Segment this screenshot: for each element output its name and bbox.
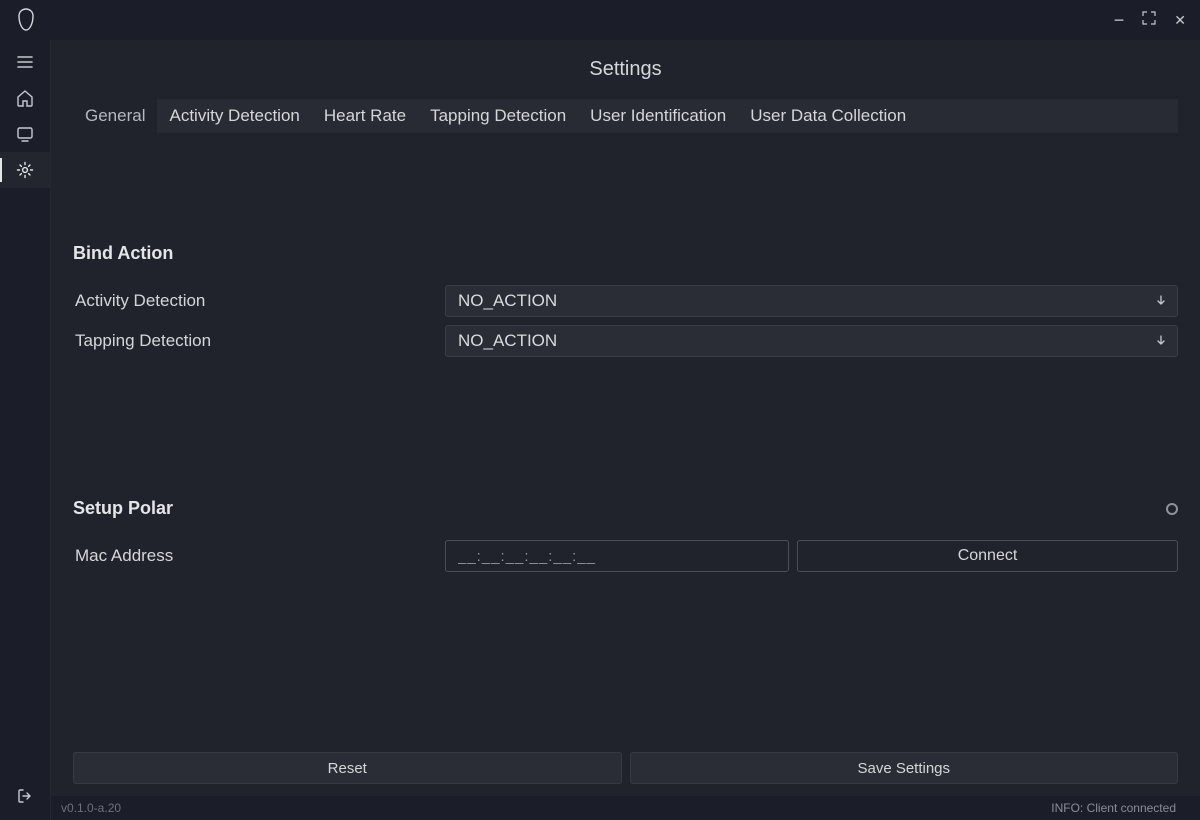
label-activity-detection: Activity Detection: [73, 291, 445, 311]
section-bind-action: Bind Action Activity Detection NO_ACTION: [73, 243, 1178, 358]
section-title-setup-polar: Setup Polar: [73, 498, 173, 519]
footer-button-bar: Reset Save Settings: [73, 752, 1178, 784]
tab-user-identification[interactable]: User Identification: [578, 99, 738, 133]
select-tapping-detection-action[interactable]: NO_ACTION: [445, 325, 1178, 357]
window-maximize-button[interactable]: [1142, 11, 1156, 29]
tab-heart-rate[interactable]: Heart Rate: [312, 99, 418, 133]
sidebar-item-monitor[interactable]: [0, 116, 50, 152]
tab-general[interactable]: General: [73, 99, 157, 133]
titlebar: − ✕: [0, 0, 1200, 40]
tab-user-data-collection[interactable]: User Data Collection: [738, 99, 918, 133]
menu-icon: [16, 53, 34, 71]
status-info: INFO: Client connected: [1051, 801, 1176, 815]
sidebar-item-home[interactable]: [0, 80, 50, 116]
tab-activity-detection[interactable]: Activity Detection: [157, 99, 311, 133]
connect-button[interactable]: Connect: [797, 540, 1178, 572]
mac-address-input[interactable]: [445, 540, 789, 572]
page-title: Settings: [51, 40, 1200, 99]
select-tapping-detection-action-value: NO_ACTION: [458, 331, 557, 351]
chevron-down-icon: [1155, 331, 1167, 351]
status-bar: v0.1.0-a.20 INFO: Client connected: [51, 796, 1200, 820]
label-mac-address: Mac Address: [73, 546, 445, 566]
logout-icon: [16, 787, 34, 805]
sidebar-item-settings[interactable]: [0, 152, 50, 188]
sidebar-item-menu[interactable]: [0, 44, 50, 80]
status-version: v0.1.0-a.20: [61, 801, 121, 815]
section-title-bind-action: Bind Action: [73, 243, 173, 264]
select-activity-detection-action[interactable]: NO_ACTION: [445, 285, 1178, 317]
sidebar: [0, 40, 50, 820]
select-activity-detection-action-value: NO_ACTION: [458, 291, 557, 311]
home-icon: [16, 89, 34, 107]
label-tapping-detection: Tapping Detection: [73, 331, 445, 351]
app-logo-icon: [16, 8, 36, 32]
save-settings-button[interactable]: Save Settings: [630, 752, 1179, 784]
window-close-button[interactable]: ✕: [1174, 12, 1186, 29]
chevron-down-icon: [1155, 291, 1167, 311]
gear-icon: [16, 161, 34, 179]
content-area: Settings General Activity Detection Hear…: [50, 40, 1200, 820]
sidebar-item-logout[interactable]: [0, 778, 50, 814]
settings-tabs: General Activity Detection Heart Rate Ta…: [51, 99, 1200, 133]
section-setup-polar: Setup Polar Mac Address Connect: [73, 498, 1178, 573]
reset-button[interactable]: Reset: [73, 752, 622, 784]
polar-status-indicator: [1166, 503, 1178, 515]
tab-tapping-detection[interactable]: Tapping Detection: [418, 99, 578, 133]
monitor-icon: [16, 125, 34, 143]
